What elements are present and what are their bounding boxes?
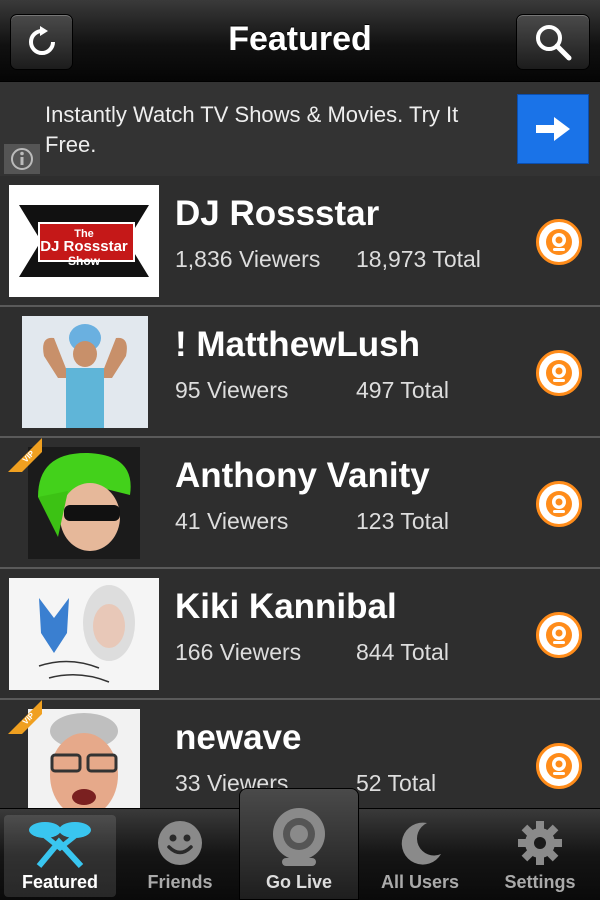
user-name: DJ Rossstar [175,194,380,233]
tab-go-live[interactable]: Go Live [239,788,359,900]
total-count: 52 Total [356,770,437,796]
webcam-button[interactable] [536,219,582,265]
total-count: 18,973 Total [356,246,481,272]
webcam-button[interactable] [536,350,582,396]
list-item[interactable]: The DJ Rossstar Show DJ Rossstar 1,836 V… [0,176,600,307]
info-icon [11,148,33,170]
gear-icon [518,821,562,865]
list-item[interactable]: Kiki Kannibal 166 Viewers 844 Total [0,569,600,700]
tab-label: Settings [504,872,576,892]
viewer-count: 95 Viewers [175,377,289,403]
user-thumbnail [28,709,140,808]
tab-label: All Users [380,872,460,892]
arrow-right-icon [536,117,570,141]
webcam-icon [546,491,572,517]
search-icon [536,25,572,61]
tab-settings[interactable]: Settings [484,815,596,897]
tab-friends[interactable]: Friends [124,815,236,897]
vip-badge: VIP [8,700,42,734]
webcam-button[interactable] [536,612,582,658]
user-name: Kiki Kannibal [175,587,397,626]
smiley-icon [158,821,202,865]
viewer-count: 166 Viewers [175,639,302,665]
page-title: Featured [228,20,372,58]
tab-label: Friends [147,872,213,892]
webcam-icon [273,808,325,866]
nav-header: Featured [0,0,600,82]
total-count: 123 Total [356,508,449,534]
user-name: Anthony Vanity [175,456,430,495]
featured-x-icon [29,822,91,868]
user-name: newave [175,718,302,757]
webcam-icon [546,360,572,386]
user-name: ! MatthewLush [175,325,420,364]
list-item[interactable]: ! MatthewLush 95 Viewers 497 Total [0,307,600,438]
webcam-button[interactable] [536,481,582,527]
user-thumbnail [28,447,140,559]
list-item[interactable]: VIP Anthony Vanity 41 Viewers 123 Total [0,438,600,569]
total-count: 497 Total [356,377,449,403]
svg-text:DJ Rossstar: DJ Rossstar [40,238,128,255]
ad-arrow-button[interactable] [517,94,589,164]
viewer-count: 1,836 Viewers [175,246,321,272]
webcam-icon [546,622,572,648]
svg-text:Show: Show [68,254,101,268]
tab-all-users[interactable]: All Users [364,815,476,897]
webcam-icon [546,753,572,779]
user-thumbnail: The DJ Rossstar Show [9,185,159,297]
ad-text[interactable]: Instantly Watch TV Shows & Movies. Try I… [45,100,505,160]
search-button[interactable] [516,14,590,70]
viewer-count: 41 Viewers [175,508,289,534]
webcam-icon [546,229,572,255]
user-thumbnail [9,578,159,690]
user-thumbnail [22,316,148,428]
ad-info-button[interactable] [4,144,40,174]
total-count: 844 Total [356,639,449,665]
tab-label: Featured [21,872,99,892]
moon-icon [401,822,441,865]
tab-label: Go Live [265,872,332,892]
ad-banner[interactable]: Instantly Watch TV Shows & Movies. Try I… [0,82,600,176]
vip-badge: VIP [8,438,42,472]
tab-featured[interactable]: Featured [4,815,116,897]
webcam-button[interactable] [536,743,582,789]
featured-list[interactable]: The DJ Rossstar Show DJ Rossstar 1,836 V… [0,176,600,808]
